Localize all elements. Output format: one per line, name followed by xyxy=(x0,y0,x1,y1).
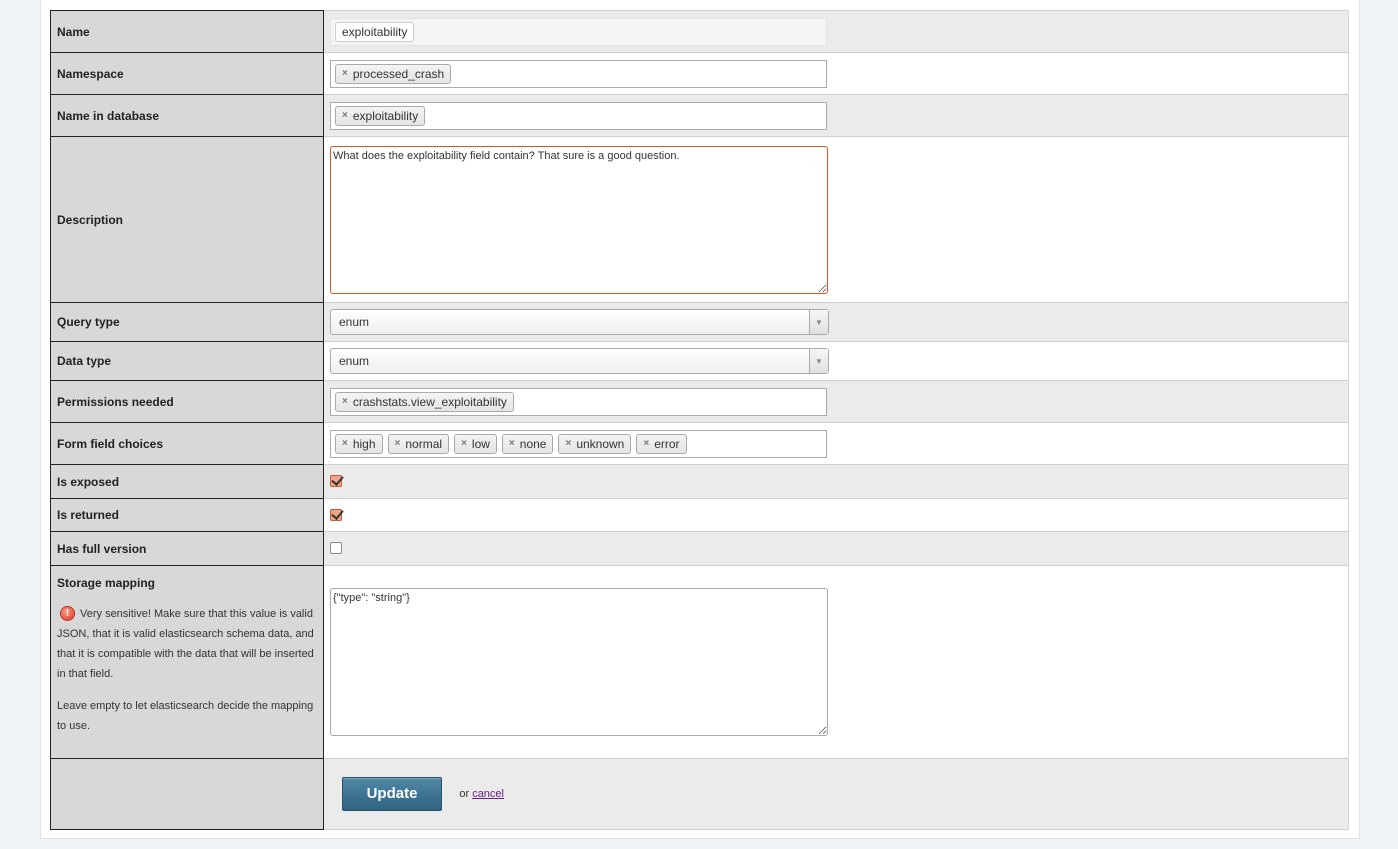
warning-icon: ! xyxy=(61,607,74,620)
row-is-exposed: Is exposed xyxy=(50,464,1349,499)
remove-tag-icon[interactable]: × xyxy=(565,438,571,449)
remove-tag-icon[interactable]: × xyxy=(342,110,348,121)
row-name: Name exploitability xyxy=(50,10,1349,53)
form-field-choices-label: Form field choices xyxy=(50,422,324,465)
storage-mapping-warning: ! Very sensitive! Make sure that this val… xyxy=(57,604,317,684)
namespace-tag: × processed_crash xyxy=(335,63,452,84)
choice-tag-label: unknown xyxy=(576,436,625,451)
choice-tag: × normal xyxy=(387,433,450,454)
remove-tag-icon[interactable]: × xyxy=(342,438,348,449)
query-type-value: enum xyxy=(339,315,370,329)
name-label: Name xyxy=(50,10,324,53)
choice-tag: × none xyxy=(501,433,554,454)
storage-mapping-textarea[interactable]: {"type": "string"} xyxy=(330,588,828,736)
query-type-select[interactable]: enum ▼ xyxy=(330,309,829,335)
row-query-type: Query type enum ▼ xyxy=(50,302,1349,342)
name-value: exploitability xyxy=(335,21,415,42)
remove-tag-icon[interactable]: × xyxy=(342,68,348,79)
choice-tag-label: error xyxy=(654,436,680,451)
is-exposed-checkbox[interactable] xyxy=(330,474,342,487)
description-label: Description xyxy=(50,136,324,303)
permission-tag-label: crashstats.view_exploitability xyxy=(352,394,507,409)
choice-tag: × error xyxy=(636,433,687,454)
permission-tag: × crashstats.view_exploitability xyxy=(335,391,514,412)
storage-mapping-warning-text: Very sensitive! Make sure that this valu… xyxy=(57,608,314,680)
choice-tag-label: high xyxy=(352,436,376,451)
query-type-label: Query type xyxy=(50,302,324,342)
chevron-down-icon[interactable]: ▼ xyxy=(809,349,828,373)
remove-tag-icon[interactable]: × xyxy=(342,396,348,407)
data-type-label: Data type xyxy=(50,341,324,381)
row-form-field-choices: Form field choices × high × normal × low × n… xyxy=(50,422,1349,465)
name-in-database-tag: × exploitability xyxy=(335,105,426,126)
field-edit-form: Name exploitability Namespace × processe… xyxy=(50,10,1349,830)
row-is-returned: Is returned xyxy=(50,498,1349,532)
remove-tag-icon[interactable]: × xyxy=(395,438,401,449)
permissions-needed-label: Permissions needed xyxy=(50,380,324,423)
remove-tag-icon[interactable]: × xyxy=(643,438,649,449)
permissions-input[interactable]: × crashstats.view_exploitability xyxy=(330,387,827,416)
choice-tag-label: low xyxy=(471,436,490,451)
row-actions: Update or cancel xyxy=(50,758,1349,830)
remove-tag-icon[interactable]: × xyxy=(509,438,515,449)
choice-tag: × high xyxy=(335,433,383,454)
namespace-tag-label: processed_crash xyxy=(352,66,445,81)
chevron-down-icon[interactable]: ▼ xyxy=(809,310,828,334)
data-type-value: enum xyxy=(339,354,370,368)
update-button[interactable]: Update xyxy=(342,777,442,811)
is-returned-checkbox[interactable] xyxy=(330,508,342,521)
or-label: or xyxy=(459,788,470,800)
row-has-full-version: Has full version xyxy=(50,531,1349,566)
has-full-version-checkbox[interactable] xyxy=(330,541,342,554)
is-exposed-label: Is exposed xyxy=(50,464,324,499)
namespace-label: Namespace xyxy=(50,52,324,95)
row-description: Description What does the exploitability… xyxy=(50,136,1349,303)
choice-tag-label: normal xyxy=(405,436,443,451)
description-textarea[interactable]: What does the exploitability field conta… xyxy=(330,145,828,294)
namespace-input[interactable]: × processed_crash xyxy=(330,59,827,88)
name-in-database-input[interactable]: × exploitability xyxy=(330,101,827,130)
form-field-choices-input[interactable]: × high × normal × low × none × unknown × error xyxy=(330,429,827,458)
has-full-version-label: Has full version xyxy=(50,531,324,566)
row-namespace: Namespace × processed_crash xyxy=(50,52,1349,95)
row-name-in-database: Name in database × exploitability xyxy=(50,94,1349,137)
storage-mapping-label: Storage mapping xyxy=(57,576,156,590)
is-returned-label: Is returned xyxy=(50,498,324,532)
choice-tag: × low xyxy=(454,433,497,454)
name-in-database-label: Name in database xyxy=(50,94,324,137)
choice-tag-label: none xyxy=(519,436,547,451)
name-field: exploitability xyxy=(330,17,827,46)
choice-tag: × unknown xyxy=(558,433,632,454)
data-type-select[interactable]: enum ▼ xyxy=(330,348,829,374)
row-permissions-needed: Permissions needed × crashstats.view_exp… xyxy=(50,380,1349,423)
or-text: or cancel xyxy=(459,788,504,800)
row-data-type: Data type enum ▼ xyxy=(50,341,1349,381)
cancel-link[interactable]: cancel xyxy=(472,788,504,800)
remove-tag-icon[interactable]: × xyxy=(461,438,467,449)
name-in-database-tag-label: exploitability xyxy=(352,108,419,123)
storage-mapping-help: Leave empty to let elasticsearch decide … xyxy=(57,700,314,732)
row-storage-mapping: Storage mapping ! Very sensitive! Make su… xyxy=(50,565,1349,759)
